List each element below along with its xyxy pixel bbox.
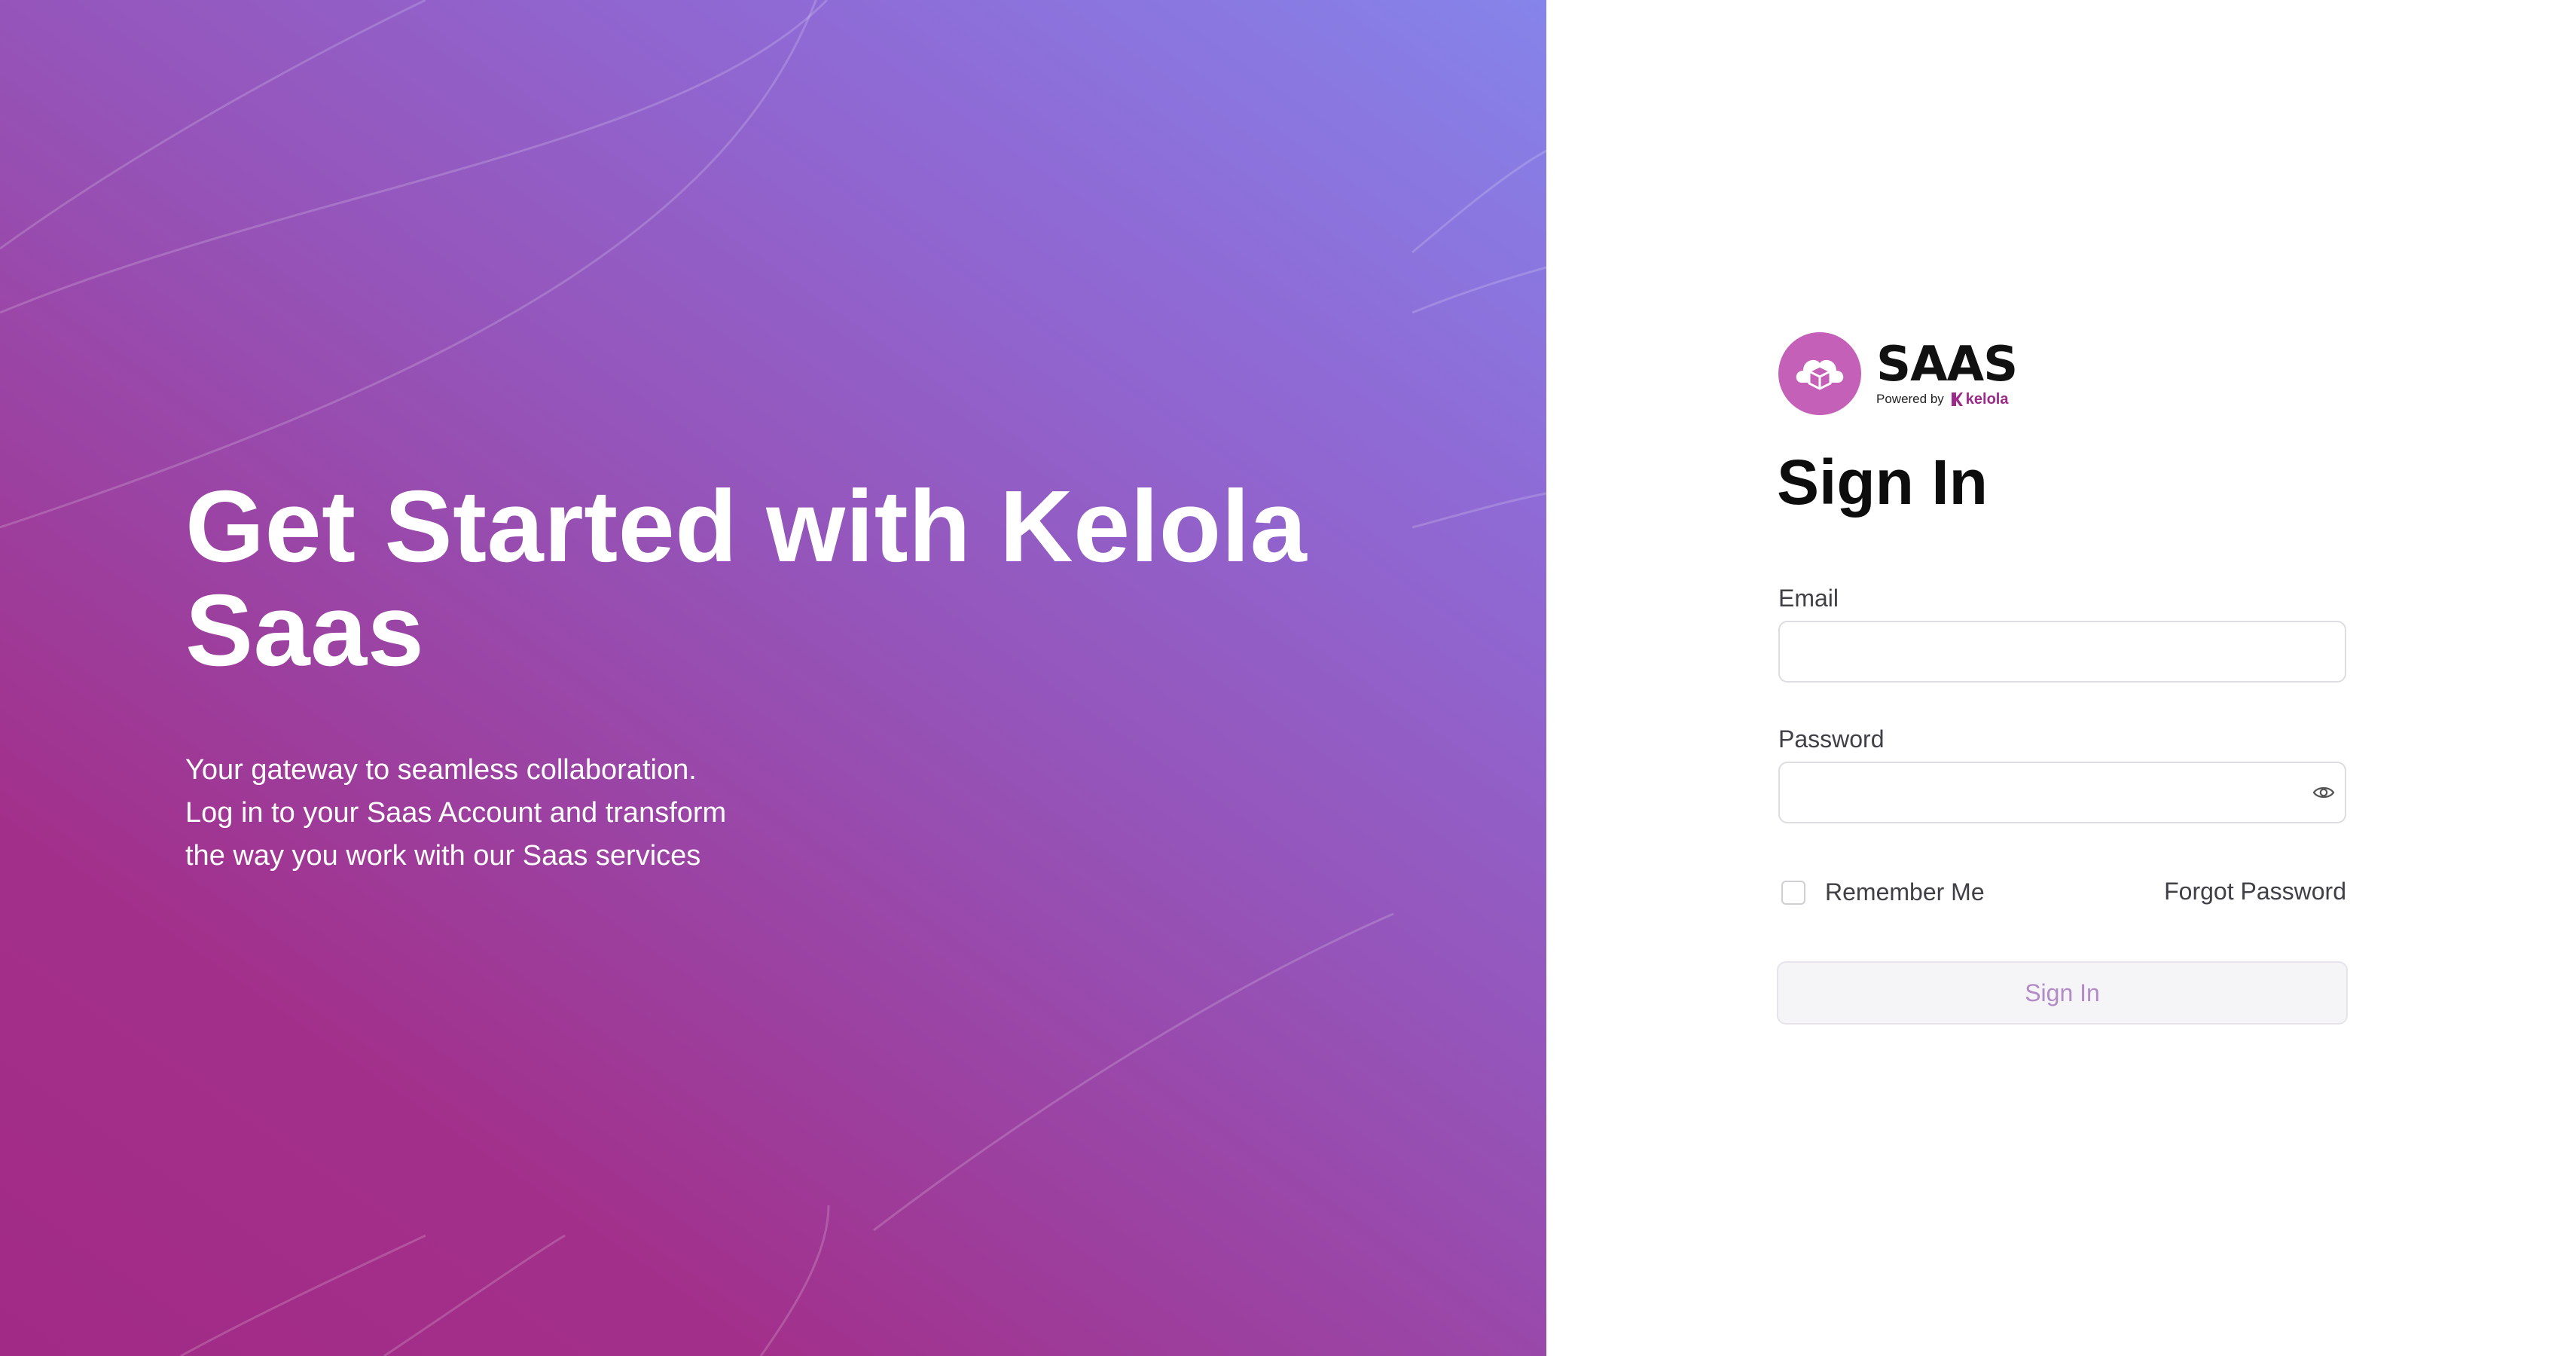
remember-me[interactable]: Remember Me [1781, 878, 1985, 906]
powered-by-label: Powered by [1876, 392, 1944, 406]
hero-subtitle-line: Log in to your Saas Account and transfor… [185, 797, 727, 829]
hero-title-line2: Saas [185, 573, 425, 687]
signin-title: Sign In [1777, 447, 1988, 518]
hero-subtitle: Your gateway to seamless collaboration. … [185, 749, 803, 878]
hero-title-line1: Get Started with Kelola [185, 469, 1308, 583]
kelola-mark-icon [1951, 392, 1963, 406]
hero-panel: Get Started with Kelola Saas Your gatewa… [0, 0, 1546, 1356]
login-panel: SAAS Powered by kelola Sign In Email Pas… [1546, 0, 2576, 1356]
brand-text: SAAS Powered by kelola [1876, 336, 2018, 408]
powered-by: Powered by kelola [1876, 391, 2017, 408]
eye-icon[interactable] [2312, 785, 2335, 800]
kelola-logo: kelola [1950, 390, 2009, 408]
kelola-wordmark: kelola [1965, 390, 2009, 408]
remember-me-label: Remember Me [1825, 878, 1985, 906]
box-cloud-icon [1778, 332, 1861, 415]
brand-logo: SAAS Powered by kelola [1778, 331, 2018, 416]
login-page: Get Started with Kelola Saas Your gatewa… [0, 0, 2576, 1356]
brand-name: SAAS [1876, 336, 2018, 392]
forgot-password-link[interactable]: Forgot Password [2164, 878, 2346, 904]
hero-subtitle-line: Your gateway to seamless collaboration. [185, 754, 697, 786]
email-field[interactable] [1778, 621, 2346, 683]
sign-in-button[interactable]: Sign In [1777, 961, 2348, 1025]
hero-title: Get Started with Kelola Saas [185, 475, 1390, 683]
email-label: Email [1778, 585, 1839, 612]
hero-subtitle-line: the way you work with our Saas services [185, 840, 701, 872]
remember-me-checkbox[interactable] [1781, 880, 1805, 905]
password-field[interactable] [1778, 762, 2346, 823]
password-label: Password [1778, 725, 1885, 753]
